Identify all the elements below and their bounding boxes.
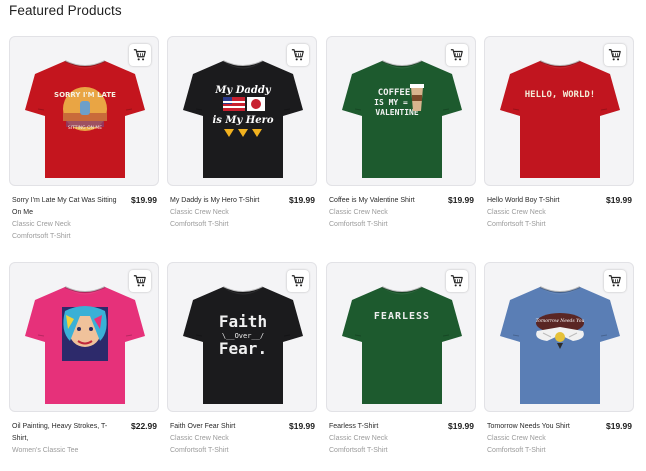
product-image[interactable]: Faith \__Over__/Fear.: [167, 262, 317, 412]
product-material: Comfortsoft T-Shirt: [12, 233, 71, 240]
add-to-cart-button[interactable]: [287, 270, 309, 292]
svg-text:is My Hero: is My Hero: [212, 115, 273, 126]
product-material: Comfortsoft T-Shirt: [487, 221, 546, 228]
product-info: My Daddy is My Hero T-Shirt $19.99 Class…: [167, 193, 317, 253]
product-image[interactable]: FEARLESS: [326, 262, 476, 412]
product-title[interactable]: Faith Over Fear Shirt: [170, 421, 278, 433]
add-to-cart-button[interactable]: [446, 270, 468, 292]
svg-text:VALENTINE: VALENTINE: [375, 108, 419, 117]
product-material: Comfortsoft T-Shirt: [170, 221, 229, 228]
product-style: Classic Crew Neck: [487, 209, 546, 216]
product-price: $19.99: [131, 195, 157, 205]
product-title[interactable]: Tomorrow Needs You Shirt: [487, 421, 595, 433]
product-style: Classic Crew Neck: [170, 209, 229, 216]
product-card[interactable]: FEARLESS Fearless T-Shirt $19.99 Classic…: [326, 262, 476, 471]
add-to-cart-button[interactable]: [129, 270, 151, 292]
svg-text:COFFEE: COFFEE: [378, 88, 411, 98]
product-card[interactable]: My Daddy is My Hero My Daddy is My Hero T…: [167, 36, 317, 253]
product-style: Classic Crew Neck: [487, 435, 546, 442]
shopping-cart-icon: [133, 48, 147, 62]
add-to-cart-button[interactable]: [604, 270, 626, 292]
product-material: Comfortsoft T-Shirt: [170, 447, 229, 454]
add-to-cart-button[interactable]: [604, 44, 626, 66]
product-style: Classic Crew Neck: [170, 435, 229, 442]
product-image[interactable]: [9, 262, 159, 412]
product-image[interactable]: SORRY I'M LATE SITTING ON ME: [9, 36, 159, 186]
section-title: Featured Products: [9, 3, 122, 18]
product-price: $19.99: [606, 421, 632, 431]
svg-text:Fear.: Fear.: [219, 339, 267, 358]
svg-text:FEARLESS: FEARLESS: [374, 311, 430, 322]
product-style: Women's Classic Tee: [12, 447, 79, 454]
product-title[interactable]: Fearless T-Shirt: [329, 421, 437, 433]
shopping-cart-icon: [133, 274, 147, 288]
product-price: $22.99: [131, 421, 157, 431]
product-title[interactable]: Hello World Boy T-Shirt: [487, 195, 595, 207]
product-style: Classic Crew Neck: [329, 209, 388, 216]
product-material: Comfortsoft T-Shirt: [329, 447, 388, 454]
svg-text:SORRY I'M LATE: SORRY I'M LATE: [54, 91, 116, 99]
product-image[interactable]: COFFEE IS MY = VALENTINE: [326, 36, 476, 186]
product-image[interactable]: My Daddy is My Hero: [167, 36, 317, 186]
product-info: Tomorrow Needs You Shirt $19.99 Classic …: [484, 419, 634, 471]
product-image[interactable]: HELLO, WORLD!: [484, 36, 634, 186]
shopping-cart-icon: [450, 274, 464, 288]
product-card[interactable]: Faith \__Over__/Fear. Faith Over Fear Shi…: [167, 262, 317, 471]
shopping-cart-icon: [450, 48, 464, 62]
product-title[interactable]: Oil Painting, Heavy Strokes, T-Shirt,: [12, 421, 120, 445]
product-title[interactable]: Sorry I'm Late My Cat Was Sitting On Me: [12, 195, 120, 219]
product-info: Coffee is My Valentine Shirt $19.99 Clas…: [326, 193, 476, 253]
product-title[interactable]: My Daddy is My Hero T-Shirt: [170, 195, 278, 207]
shopping-cart-icon: [608, 48, 622, 62]
svg-text:SITTING ON ME: SITTING ON ME: [68, 125, 102, 131]
product-info: Oil Painting, Heavy Strokes, T-Shirt, $2…: [9, 419, 159, 471]
product-style: Classic Crew Neck: [329, 435, 388, 442]
product-price: $19.99: [606, 195, 632, 205]
product-price: $19.99: [448, 421, 474, 431]
product-info: Hello World Boy T-Shirt $19.99 Classic C…: [484, 193, 634, 253]
add-to-cart-button[interactable]: [446, 44, 468, 66]
product-info: Faith Over Fear Shirt $19.99 Classic Cre…: [167, 419, 317, 471]
shopping-cart-icon: [608, 274, 622, 288]
product-info: Sorry I'm Late My Cat Was Sitting On Me …: [9, 193, 159, 253]
add-to-cart-button[interactable]: [129, 44, 151, 66]
product-card[interactable]: SORRY I'M LATE SITTING ON ME Sorry I'm La…: [9, 36, 159, 253]
product-card[interactable]: HELLO, WORLD! Hello World Boy T-Shirt $1…: [484, 36, 634, 253]
svg-text:Tomorrow Needs You: Tomorrow Needs You: [536, 318, 585, 324]
product-price: $19.99: [448, 195, 474, 205]
product-price: $19.99: [289, 421, 315, 431]
svg-text:HELLO, WORLD!: HELLO, WORLD!: [525, 90, 595, 100]
product-image[interactable]: Tomorrow Needs You: [484, 262, 634, 412]
product-material: Comfortsoft T-Shirt: [487, 447, 546, 454]
shopping-cart-icon: [291, 274, 305, 288]
product-info: Fearless T-Shirt $19.99 Classic Crew Nec…: [326, 419, 476, 471]
product-card[interactable]: COFFEE IS MY = VALENTINE Coffee is My Vale…: [326, 36, 476, 253]
product-title[interactable]: Coffee is My Valentine Shirt: [329, 195, 437, 207]
product-price: $19.99: [289, 195, 315, 205]
product-card[interactable]: Oil Painting, Heavy Strokes, T-Shirt, $2…: [9, 262, 159, 471]
svg-text:Faith: Faith: [219, 312, 267, 331]
svg-text:IS MY =: IS MY =: [374, 98, 408, 107]
svg-text:My Daddy: My Daddy: [214, 85, 271, 96]
product-style: Classic Crew Neck: [12, 221, 71, 228]
product-card[interactable]: Tomorrow Needs You Tomorrow Needs You Sh…: [484, 262, 634, 471]
shopping-cart-icon: [291, 48, 305, 62]
add-to-cart-button[interactable]: [287, 44, 309, 66]
product-material: Comfortsoft T-Shirt: [329, 221, 388, 228]
